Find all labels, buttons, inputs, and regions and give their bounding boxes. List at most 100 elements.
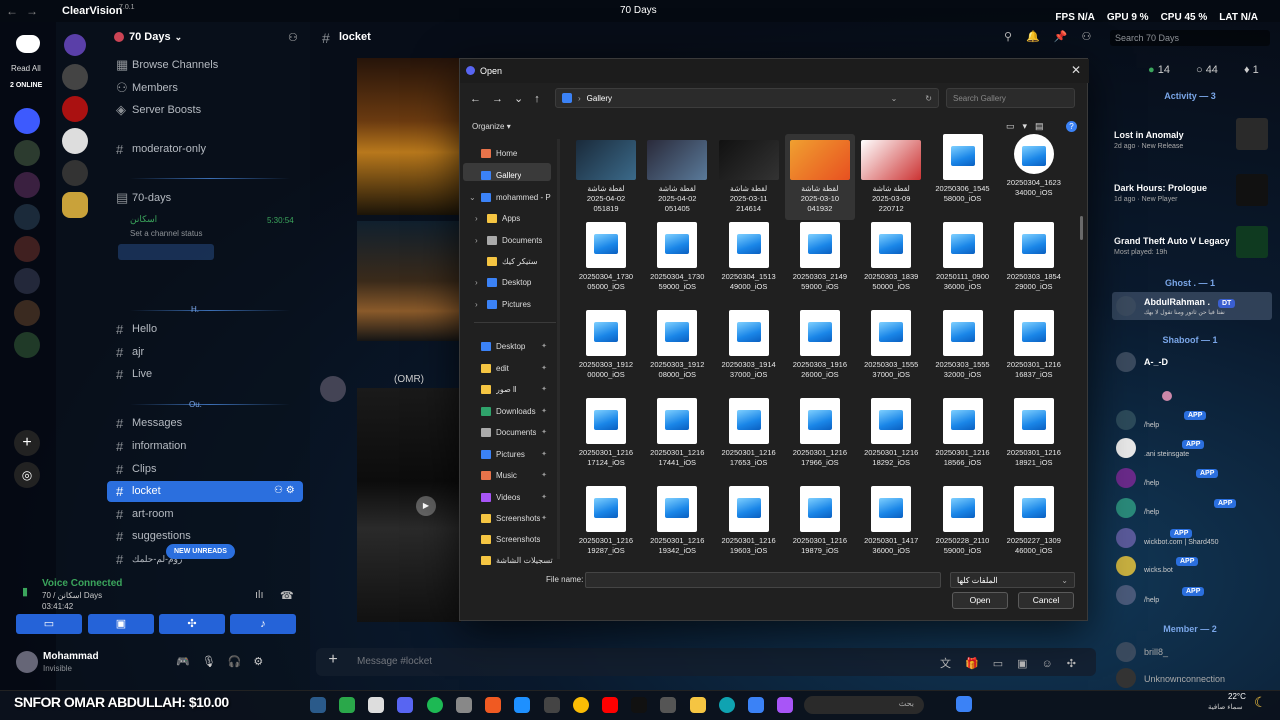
nav-item-2[interactable]: ⌄ mohammed - P [469,188,553,206]
nav-item-7[interactable]: › Pictures [475,295,553,313]
server-icon[interactable] [62,160,88,186]
avatar[interactable] [1116,468,1136,488]
channel-ajr[interactable]: # ajr [116,342,144,362]
server-icon[interactable] [14,108,40,134]
file-item[interactable]: 20250303_2149 59000_iOS [785,222,855,308]
file-item[interactable]: 20250301_1417 36000_iOS [856,486,926,564]
read-all-button[interactable]: Read All [11,64,41,73]
channel-clips[interactable]: # Clips [116,459,156,479]
file-item[interactable]: 20250301_1216 18921_iOS [999,398,1069,484]
channel-art-room[interactable]: # art-room [116,504,174,524]
server-icon[interactable] [62,192,88,218]
app-icon[interactable] [339,697,355,713]
search-input[interactable]: Search 70 Days [1110,30,1270,46]
search-gallery-input[interactable]: Search Gallery [946,88,1075,108]
activities-button[interactable]: ✣ [159,614,225,634]
upload-plus-icon[interactable]: + [322,651,344,673]
close-icon[interactable]: ✕ [1071,63,1081,77]
windows-start-icon[interactable] [956,696,972,712]
avatar[interactable] [1116,556,1136,576]
member-name[interactable]: brill8_ [1144,647,1168,657]
channel-live[interactable]: # Live [116,364,152,384]
file-item[interactable]: 20250111_0900 36000_iOS [928,222,998,308]
avatar[interactable] [320,376,346,402]
nav-item-3[interactable]: › Apps [475,209,553,227]
expand-chevron-icon[interactable]: › [475,236,478,245]
voice-channel[interactable]: 70 / اسكانن Days [42,591,102,600]
expand-chevron-icon[interactable]: › [475,278,478,287]
avatar[interactable] [1116,668,1136,688]
file-item[interactable]: 20250303_1912 08000_iOS [642,310,712,396]
discord-icon[interactable] [397,697,413,713]
file-item[interactable]: 20250227_1309 46000_iOS [999,486,1069,564]
file-item[interactable]: 20250304_1730 05000_iOS [571,222,641,308]
nav-item-12[interactable]: Documents ✦ [481,423,553,441]
app-icon[interactable] [777,697,793,713]
channel-suggestions[interactable]: # suggestions [116,526,191,546]
avatar[interactable] [16,651,38,673]
avatar[interactable] [1116,585,1136,605]
channel-information[interactable]: # information [116,436,186,456]
user-name[interactable]: Mohammad [43,651,99,662]
file-item[interactable]: 20250301_1216 17966_iOS [785,398,855,484]
avatar[interactable] [1116,498,1136,518]
play-icon[interactable]: ▶ [416,496,436,516]
nav-item-14[interactable]: Music ✦ [481,466,553,484]
guild-header[interactable]: 70 Days ⌄ [114,31,182,43]
server-icon[interactable] [14,172,40,198]
discord-home-icon[interactable] [16,35,40,53]
activity-title[interactable]: Grand Theft Auto V Legacy [1114,236,1230,246]
chrome-icon[interactable] [573,697,589,713]
file-item[interactable]: لقطة شاشة 2025-03-10 041932 [784,134,855,220]
camera-off-button[interactable]: ▭ [16,614,82,634]
voice-user-row[interactable] [118,244,214,260]
address-bar[interactable]: › Gallery ⌄ ↻ [555,88,939,108]
screen-share-button[interactable]: ▣ [88,614,154,634]
open-button[interactable]: Open [952,592,1008,609]
nav-scrollbar[interactable] [557,139,560,559]
file-item[interactable]: 20250303_1555 37000_iOS [856,310,926,396]
channel-locket[interactable]: # locket [116,481,161,501]
member-name[interactable]: A-_-D [1144,357,1168,367]
brave-icon[interactable] [485,697,501,713]
file-item[interactable]: 20250303_1839 50000_iOS [856,222,926,308]
edge-icon[interactable] [719,697,735,713]
settings-icon[interactable]: ⚇ ⚙ [274,485,295,496]
voice-channel-70-days[interactable]: ▤ 70-days [116,188,171,208]
expand-chevron-icon[interactable]: ⌄ [469,193,476,202]
app-icon[interactable] [514,697,530,713]
nav-item-8[interactable]: Desktop ✦ [481,337,553,355]
server-icon[interactable] [14,204,40,230]
app-icon[interactable] [748,697,764,713]
disconnect-icon[interactable]: ☎ [280,589,294,602]
server-icon[interactable] [14,268,40,294]
soundboard-button[interactable]: ♪ [230,614,296,634]
server-icon[interactable] [14,300,40,326]
nav-item-15[interactable]: Videos ✦ [481,488,553,506]
new-unreads-pill[interactable]: NEW UNREADS [166,544,235,559]
channel-messages[interactable]: # Messages [116,413,182,433]
message-input[interactable]: Message #locket [357,656,432,667]
chat-video[interactable] [357,388,461,622]
avatar[interactable] [1116,410,1136,430]
activity-title[interactable]: Lost in Anomaly [1114,130,1184,140]
cancel-button[interactable]: Cancel [1018,592,1074,609]
chat-image[interactable] [357,221,461,341]
user-controls[interactable]: 🎮🎙🎧⚙ [176,655,275,668]
file-item[interactable]: 20250303_1854 29000_iOS [999,222,1069,308]
file-item[interactable]: 20250301_1216 17124_iOS [571,398,641,484]
file-item[interactable]: لقطة شاشة 2025-03-11 214614 [714,134,784,220]
file-item[interactable]: 20250303_1912 00000_iOS [571,310,641,396]
tiktok-icon[interactable] [631,697,647,713]
file-name-input[interactable] [585,572,941,588]
server-icon[interactable] [14,140,40,166]
file-item[interactable]: لقطة شاشة 2025-04-02 051405 [642,134,712,220]
refresh-icon[interactable]: ↻ [925,94,932,103]
nav-item-17[interactable]: Screenshots [481,530,553,548]
avatar[interactable] [1116,642,1136,662]
nav-item-16[interactable]: Screenshots ✦ [481,509,553,527]
file-item[interactable]: 20250301_1216 18566_iOS [928,398,998,484]
server-icon[interactable] [14,332,40,358]
expand-chevron-icon[interactable]: › [475,214,478,223]
nav-item-1[interactable]: Gallery [481,166,553,184]
